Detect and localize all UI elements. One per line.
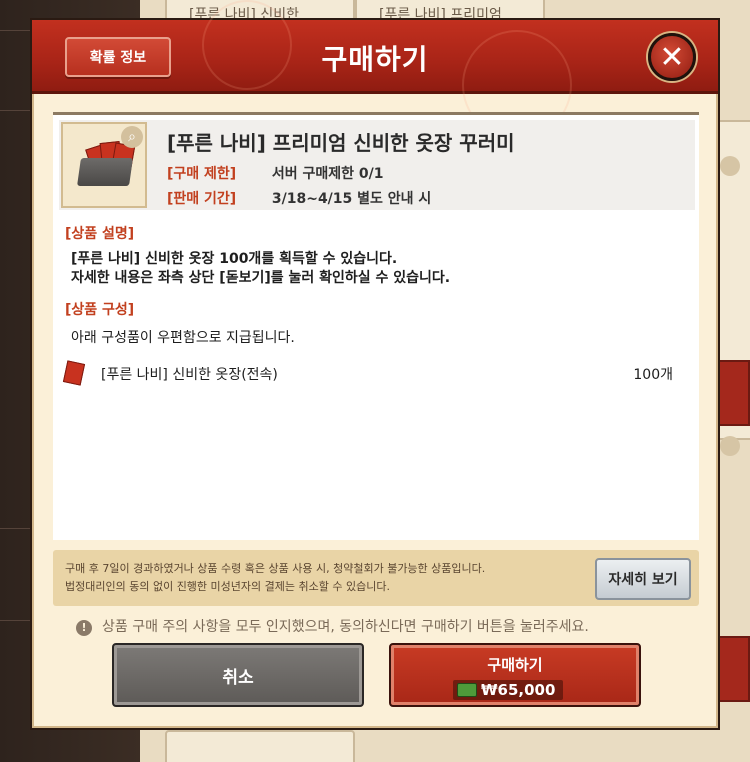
refund-notice-line: 법정대리인의 동의 없이 진행한 미성년자의 결제는 취소할 수 있습니다. bbox=[65, 580, 390, 593]
cash-icon bbox=[457, 683, 477, 697]
composition-item-qty: 100개 bbox=[633, 367, 673, 383]
wardrobe-ticket-icon bbox=[62, 360, 86, 386]
description-header: [상품 설명] bbox=[65, 226, 135, 242]
view-details-button[interactable]: 자세히 보기 bbox=[595, 558, 691, 600]
agreement-notice: ! 상품 구매 주의 사항을 모두 인지했으며, 동의하신다면 구매하기 버튼을 … bbox=[76, 616, 589, 636]
purchase-modal: 확률 정보 구매하기 ✕ ⌕ [푸른 나비] 프리미엄 신비한 옷장 꾸러미 [… bbox=[30, 0, 720, 730]
buy-button-label: 구매하기 bbox=[487, 656, 543, 674]
exclamation-icon: ! bbox=[76, 620, 92, 636]
refund-notice: 구매 후 7일이 경과하였거나 상품 수령 혹은 상품 사용 시, 청약철회가 … bbox=[53, 550, 699, 606]
cancel-button[interactable]: 취소 bbox=[112, 643, 364, 707]
refund-notice-text: 구매 후 7일이 경과하였거나 상품 수령 혹은 상품 사용 시, 청약철회가 … bbox=[65, 560, 485, 596]
background-magnifier-icon bbox=[720, 436, 740, 456]
description-line: 자세한 내용은 좌측 상단 [돋보기]를 눌러 확인하실 수 있습니다. bbox=[71, 270, 451, 286]
item-summary: ⌕ [푸른 나비] 프리미엄 신비한 옷장 꾸러미 [구매 제한] 서버 구매제… bbox=[59, 120, 695, 210]
sale-period-value: 3/18~4/15 별도 안내 시 bbox=[271, 191, 432, 207]
purchase-limit-label: [구매 제한] bbox=[167, 166, 237, 182]
item-thumbnail[interactable]: ⌕ bbox=[61, 122, 147, 208]
sale-period-label: [판매 기간] bbox=[167, 191, 237, 207]
agreement-text: 상품 구매 주의 사항을 모두 인지했으며, 동의하신다면 구매하기 버튼을 눌… bbox=[102, 619, 589, 635]
magnifier-icon[interactable]: ⌕ bbox=[121, 126, 143, 148]
modal-title: 구매하기 bbox=[321, 43, 429, 76]
refund-notice-line: 구매 후 7일이 경과하였거나 상품 수령 혹은 상품 사용 시, 청약철회가 … bbox=[65, 562, 486, 575]
modal-header: 확률 정보 구매하기 ✕ bbox=[32, 0, 718, 140]
item-title: [푸른 나비] 프리미엄 신비한 옷장 꾸러미 bbox=[167, 131, 515, 155]
box-icon bbox=[77, 158, 133, 186]
close-icon[interactable]: ✕ bbox=[648, 33, 696, 81]
composition-note: 아래 구성품이 우편함으로 지급됩니다. bbox=[71, 330, 295, 346]
purchase-limit-value: 서버 구매제한 0/1 bbox=[271, 166, 384, 182]
buy-button[interactable]: 구매하기 ₩65,000 bbox=[389, 643, 641, 707]
description-line: [푸른 나비] 신비한 옷장 100개를 획득할 수 있습니다. bbox=[71, 251, 398, 267]
composition-list-item: [푸른 나비] 신비한 옷장(전속) 100개 bbox=[62, 360, 685, 386]
background-item-card bbox=[165, 730, 355, 762]
background-magnifier-icon bbox=[720, 156, 740, 176]
price-value: ₩65,000 bbox=[481, 681, 556, 699]
composition-header: [상품 구성] bbox=[65, 302, 135, 318]
purchase-limit-row: [구매 제한] 서버 구매제한 0/1 bbox=[167, 163, 384, 183]
composition-item-name: [푸른 나비] 신비한 옷장(전속) bbox=[101, 367, 278, 383]
price-tag: ₩65,000 bbox=[453, 680, 564, 700]
sale-period-row: [판매 기간] 3/18~4/15 별도 안내 시 bbox=[167, 188, 431, 208]
product-details-panel: ⌕ [푸른 나비] 프리미엄 신비한 옷장 꾸러미 [구매 제한] 서버 구매제… bbox=[53, 112, 699, 540]
